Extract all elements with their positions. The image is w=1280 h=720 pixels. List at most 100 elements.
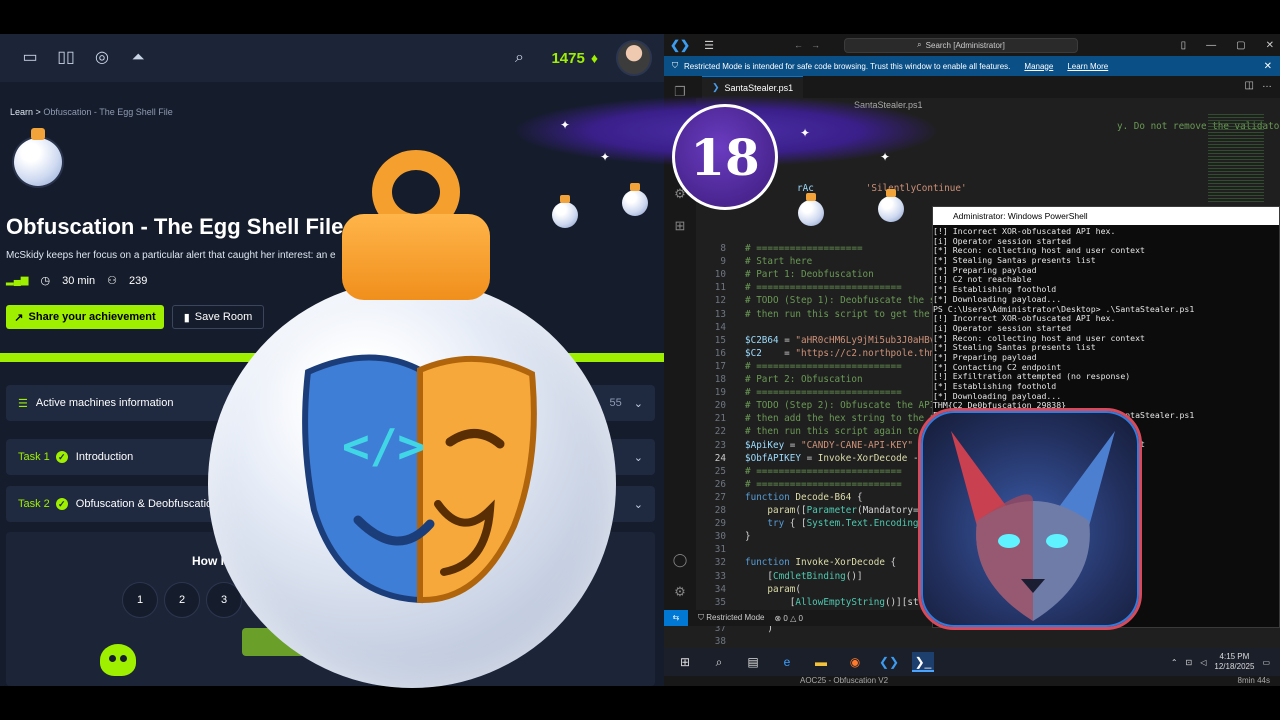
window-controls: ▯ — ▢ ✕ — [1181, 40, 1274, 51]
split-editor-icon[interactable]: ◫ — [1245, 80, 1254, 91]
check-icon: ✓ — [55, 451, 68, 463]
maximize-icon[interactable]: ▢ — [1236, 40, 1245, 51]
powershell-taskbar-icon[interactable]: ❯_ — [912, 652, 934, 672]
manage-link[interactable]: Manage — [1024, 62, 1053, 71]
room-meta: ▂▄▆ ◷ 30 min ⚇ 239 — [6, 274, 147, 288]
settings-gear-icon[interactable]: ⚙ — [672, 584, 688, 600]
powershell-file-icon: ❯ — [712, 82, 720, 92]
chevron-down-icon[interactable]: ⌄ — [634, 451, 643, 464]
account-icon[interactable]: ◯ — [672, 552, 688, 568]
code-comment: # =================== — [745, 243, 863, 254]
taskbar-clock[interactable]: 4:15 PM 12/18/2025 — [1214, 652, 1254, 672]
layout-icon[interactable]: ▯ — [1181, 40, 1187, 51]
code-comment: # ========================== — [745, 478, 902, 490]
powershell-line: [*] Stealing Santas presents list — [933, 343, 1096, 353]
code-operator: = — [761, 347, 796, 359]
fox-icon — [951, 431, 1115, 621]
tray-chevron-icon[interactable]: ⌃ — [1171, 658, 1178, 667]
code-comment: # ========================== — [745, 282, 902, 294]
clock-date: 12/18/2025 — [1214, 662, 1255, 671]
search-icon[interactable]: ⌕ — [510, 49, 528, 67]
line-number: 35 — [714, 596, 726, 608]
breadcrumb-learn[interactable]: Learn — [10, 107, 33, 117]
rating-option[interactable]: 1 — [122, 582, 158, 618]
shield-icon: ⛉ — [672, 61, 678, 70]
learn-more-link[interactable]: Learn More — [1067, 62, 1108, 71]
powershell-titlebar: Administrator: Windows PowerShell — [933, 207, 1279, 225]
menu-icon[interactable]: ☰ — [704, 39, 714, 52]
code-variable: $C2 — [745, 347, 762, 359]
code-comment: # Start here — [745, 256, 813, 268]
line-number: 8 — [720, 243, 726, 254]
code-comment: # TODO (Step 1): Deobfuscate the st — [745, 295, 941, 307]
code-type: CmdletBinding — [773, 570, 846, 582]
share-icon: ↗ — [14, 311, 24, 324]
code-comment: # Part 1: Deobfuscation — [745, 269, 874, 281]
file-explorer-icon[interactable]: ▬ — [810, 652, 832, 672]
page-title: Obfuscation - The Egg Shell File — [6, 214, 344, 239]
search-icon[interactable]: ⌕ — [708, 652, 730, 672]
task-2-label: Task 2 — [18, 498, 50, 510]
firefox-icon[interactable]: ◉ — [844, 652, 866, 672]
elapsed-time: 8min 44s — [1237, 676, 1270, 685]
window-icon[interactable]: ▭ — [21, 49, 39, 67]
code-text: { — [884, 557, 897, 569]
command-search-input[interactable]: ⌕ Search [Administrator] — [843, 37, 1078, 53]
share-achievement-button[interactable]: ↗ Share your achievement — [6, 305, 164, 329]
powershell-line: PS C:\Users\Administrator\Desktop> .\San… — [933, 304, 1195, 314]
edge-browser-icon[interactable]: e — [776, 652, 798, 672]
problems-status[interactable]: ⊗ 0 △ 0 — [774, 614, 802, 623]
powershell-line: [i] Operator session started — [933, 323, 1072, 333]
code-variable: $ApiKey — [745, 439, 785, 451]
volume-icon[interactable]: ◁ — [1200, 658, 1206, 667]
line-number: 15 — [714, 334, 726, 346]
nav-arrows-icon[interactable]: ←→ — [794, 40, 828, 50]
close-icon[interactable]: ✕ — [1264, 61, 1272, 72]
line-number: 13 — [714, 308, 726, 320]
minimize-icon[interactable]: — — [1206, 40, 1216, 51]
bottom-tab-label[interactable]: AOC25 - Obfuscation V2 — [800, 676, 888, 685]
bookmark-icon: ▮ — [183, 311, 190, 324]
save-room-button[interactable]: ▮ Save Room — [172, 305, 264, 329]
chevron-down-icon[interactable]: ⌄ — [634, 397, 643, 410]
network-icon[interactable]: ⊡ — [1186, 658, 1193, 667]
code-line: 38 — [696, 635, 1236, 648]
remote-icon[interactable]: ⇆ — [664, 610, 688, 626]
code-comment: # Part 2: Obfuscation — [745, 374, 863, 385]
extensions-icon[interactable]: ⊞ — [672, 218, 688, 234]
code-text: ()] — [845, 570, 863, 582]
save-label: Save Room — [194, 311, 253, 323]
code-string: 'SilentlyContinue' — [865, 183, 967, 194]
restricted-mode-status[interactable]: ⛉ Restricted Mode — [698, 613, 764, 623]
code-function: Invoke-XorDecode — [817, 452, 908, 464]
powershell-title: Administrator: Windows PowerShell — [953, 211, 1088, 221]
user-avatar[interactable] — [616, 40, 652, 76]
book-icon[interactable]: ▯▯ — [57, 49, 75, 67]
chevron-down-icon[interactable]: ⌄ — [634, 498, 643, 511]
target-icon[interactable]: ◎ — [93, 49, 111, 67]
star-icon: ✦ — [600, 150, 611, 164]
thm-mascot-icon — [100, 644, 136, 676]
difficulty-bars-icon: ▂▄▆ — [6, 275, 29, 286]
minimap[interactable] — [1208, 114, 1264, 204]
line-number: 17 — [714, 360, 726, 372]
tab-santastealer[interactable]: ❯ SantaStealer.ps1 — [702, 76, 804, 98]
line-number: 29 — [714, 518, 726, 530]
code-comment: # then run this script again to rec — [745, 426, 941, 438]
notifications-icon[interactable]: ▭ — [1262, 658, 1270, 667]
warnings-count: 0 — [798, 613, 803, 623]
powershell-line: [*] Preparing payload — [933, 352, 1037, 362]
more-actions-icon[interactable]: … — [1262, 79, 1272, 90]
windows-start-icon[interactable]: ⊞ — [674, 652, 696, 672]
bottom-strip: AOC25 - Obfuscation V2 8min 44s — [664, 676, 1280, 686]
task-view-icon[interactable]: ▤ — [742, 652, 764, 672]
code-keyword: function — [745, 557, 790, 569]
rating-option[interactable]: 2 — [164, 582, 200, 618]
code-text: ( — [795, 583, 801, 595]
breadcrumb: Learn > Obfuscation - The Egg Shell File — [10, 107, 173, 117]
vscode-taskbar-icon[interactable]: ❮❯ — [878, 652, 900, 672]
line-number: 27 — [714, 491, 726, 503]
bell-icon[interactable]: ⏶ — [129, 49, 147, 67]
close-icon[interactable]: ✕ — [1266, 40, 1274, 51]
